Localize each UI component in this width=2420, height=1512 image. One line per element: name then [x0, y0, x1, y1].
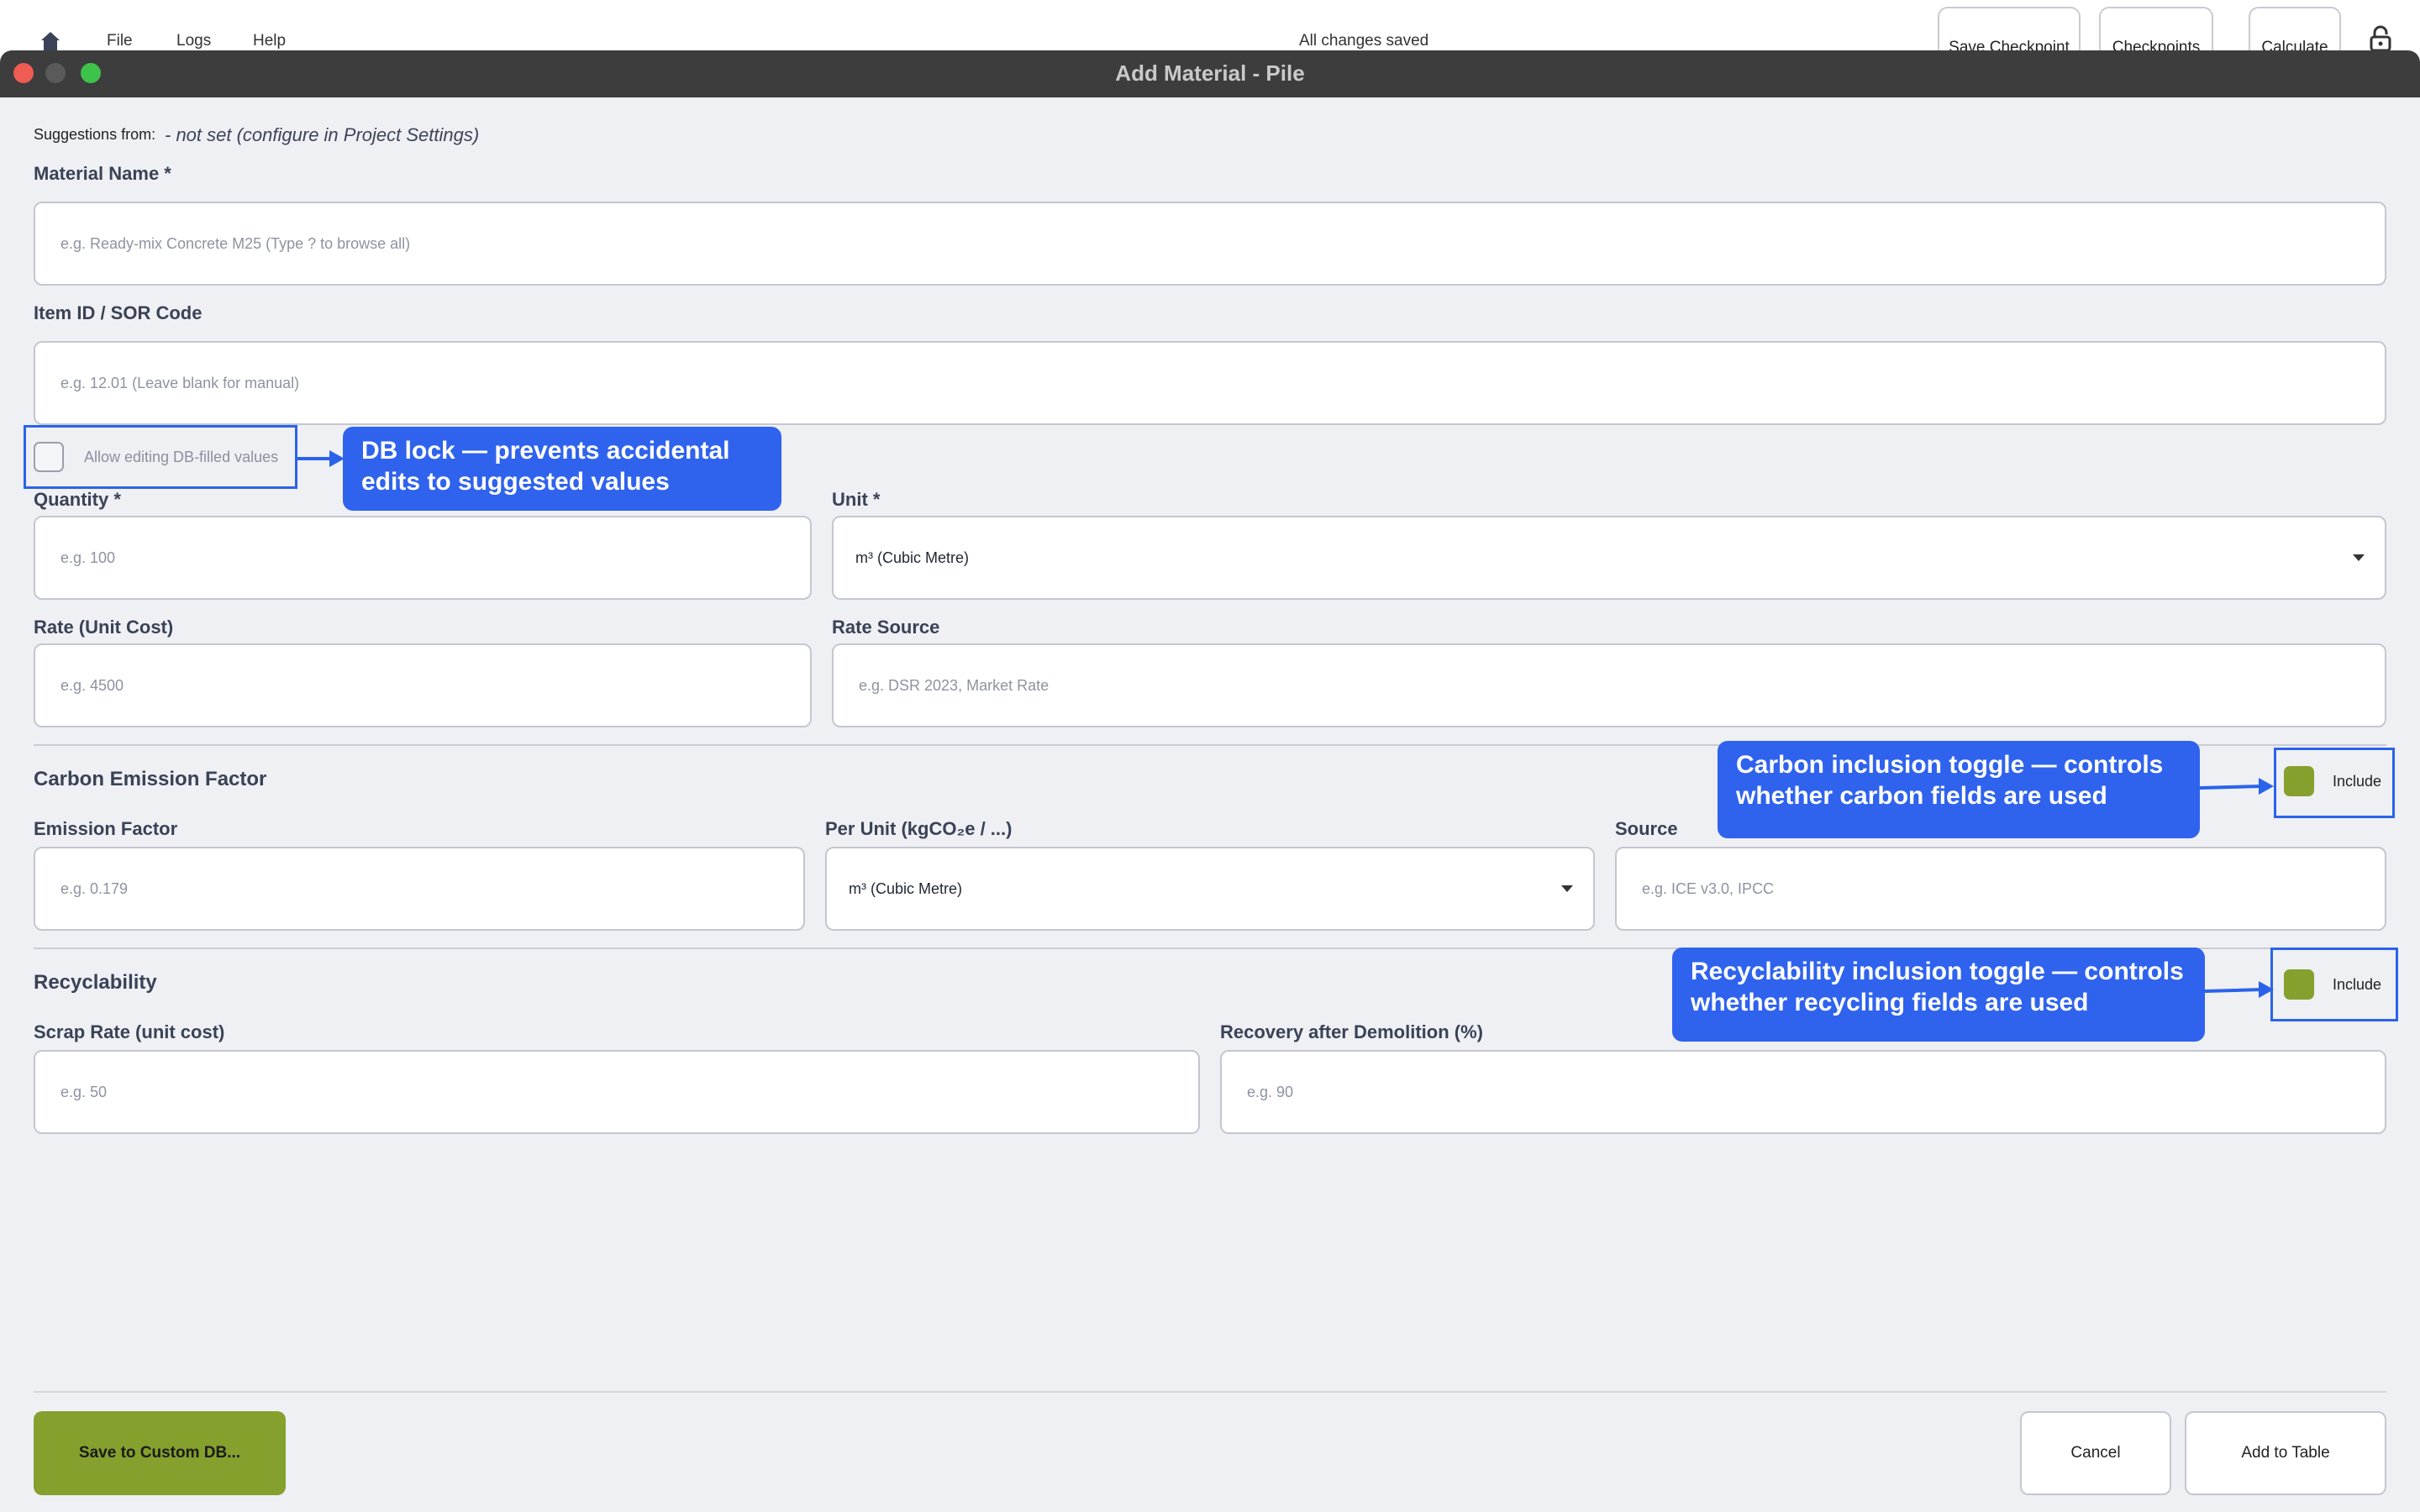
item-id-input[interactable]: e.g. 12.01 (Leave blank for manual): [34, 341, 2386, 425]
add-to-table-button[interactable]: Add to Table: [2185, 1411, 2386, 1495]
recyclability-include-label: Include: [2333, 976, 2382, 993]
recyclability-toggle-arrow: [2204, 981, 2274, 998]
add-material-dialog: Add Material - Pile Suggestions from: - …: [0, 50, 2420, 1512]
recyclability-toggle-callout: Recyclability inclusion toggle — control…: [1672, 948, 2205, 1042]
menu-file[interactable]: File: [107, 32, 133, 50]
menu-help[interactable]: Help: [253, 32, 286, 50]
carbon-include-label: Include: [2333, 773, 2382, 790]
chevron-down-icon: [2353, 554, 2365, 561]
lock-icon[interactable]: [2368, 25, 2393, 52]
carbon-toggle-callout: Carbon inclusion toggle — controls wheth…: [1718, 741, 2200, 838]
dialog-titlebar: Add Material - Pile: [0, 50, 2420, 97]
recovery-input[interactable]: e.g. 90: [1220, 1050, 2386, 1134]
per-unit-selected-value: m³ (Cubic Metre): [849, 879, 963, 897]
per-unit-select[interactable]: m³ (Cubic Metre): [825, 847, 1595, 931]
quantity-input[interactable]: e.g. 100: [34, 516, 812, 600]
scrap-rate-label: Scrap Rate (unit cost): [34, 1021, 225, 1042]
rate-placeholder: e.g. 4500: [60, 676, 124, 694]
source-label: Source: [1615, 818, 1678, 839]
unit-select[interactable]: m³ (Cubic Metre): [832, 516, 2386, 600]
material-name-placeholder: e.g. Ready-mix Concrete M25 (Type ? to b…: [60, 234, 411, 252]
emission-factor-placeholder: e.g. 0.179: [60, 879, 129, 897]
rate-source-placeholder: e.g. DSR 2023, Market Rate: [859, 676, 1050, 694]
db-lock-callout: DB lock — prevents accidental edits to s…: [343, 427, 781, 511]
footer-divider: [34, 1391, 2386, 1393]
recovery-placeholder: e.g. 90: [1247, 1083, 1294, 1100]
recyclability-section-title: Recyclability: [34, 971, 157, 994]
scrap-rate-input[interactable]: e.g. 50: [34, 1050, 1200, 1134]
emission-factor-label: Emission Factor: [34, 818, 178, 839]
recyclability-include-checkbox[interactable]: [2284, 969, 2314, 1000]
save-to-custom-db-button[interactable]: Save to Custom DB...: [34, 1411, 286, 1495]
material-name-label: Material Name *: [34, 163, 171, 184]
unit-label: Unit *: [832, 489, 881, 510]
rate-source-label: Rate Source: [832, 617, 940, 638]
app-toolbar: File Logs Help All changes saved Save Ch…: [0, 0, 2420, 66]
per-unit-label: Per Unit (kgCO₂e / ...): [825, 818, 1013, 839]
rate-label: Rate (Unit Cost): [34, 617, 174, 638]
dialog-title: Add Material - Pile: [1115, 60, 1305, 86]
quantity-label: Quantity *: [34, 489, 121, 510]
db-lock-highlight: [24, 425, 297, 489]
carbon-section-title: Carbon Emission Factor: [34, 768, 267, 790]
carbon-toggle-arrow: [2199, 778, 2274, 795]
material-name-input[interactable]: e.g. Ready-mix Concrete M25 (Type ? to b…: [34, 202, 2386, 286]
scrap-rate-placeholder: e.g. 50: [60, 1083, 108, 1100]
rate-source-input[interactable]: e.g. DSR 2023, Market Rate: [832, 643, 2386, 727]
cancel-button[interactable]: Cancel: [2020, 1411, 2171, 1495]
item-id-placeholder: e.g. 12.01 (Leave blank for manual): [60, 374, 300, 391]
emission-factor-input[interactable]: e.g. 0.179: [34, 847, 805, 931]
recovery-label: Recovery after Demolition (%): [1220, 1021, 1483, 1042]
item-id-label: Item ID / SOR Code: [34, 302, 203, 323]
source-input[interactable]: e.g. ICE v3.0, IPCC: [1615, 847, 2386, 931]
menu-logs[interactable]: Logs: [176, 32, 211, 50]
rate-input[interactable]: e.g. 4500: [34, 643, 812, 727]
chevron-down-icon: [1561, 885, 1573, 892]
save-status: All changes saved: [1299, 32, 1429, 50]
source-placeholder: e.g. ICE v3.0, IPCC: [1642, 879, 1775, 897]
db-lock-arrow: [297, 450, 345, 467]
home-icon[interactable]: [39, 29, 62, 52]
suggestions-label: Suggestions from:: [34, 126, 156, 143]
suggestions-value: - not set (configure in Project Settings…: [165, 124, 480, 145]
carbon-include-checkbox[interactable]: [2284, 766, 2314, 796]
unit-selected-value: m³ (Cubic Metre): [855, 549, 970, 566]
quantity-placeholder: e.g. 100: [60, 549, 116, 566]
